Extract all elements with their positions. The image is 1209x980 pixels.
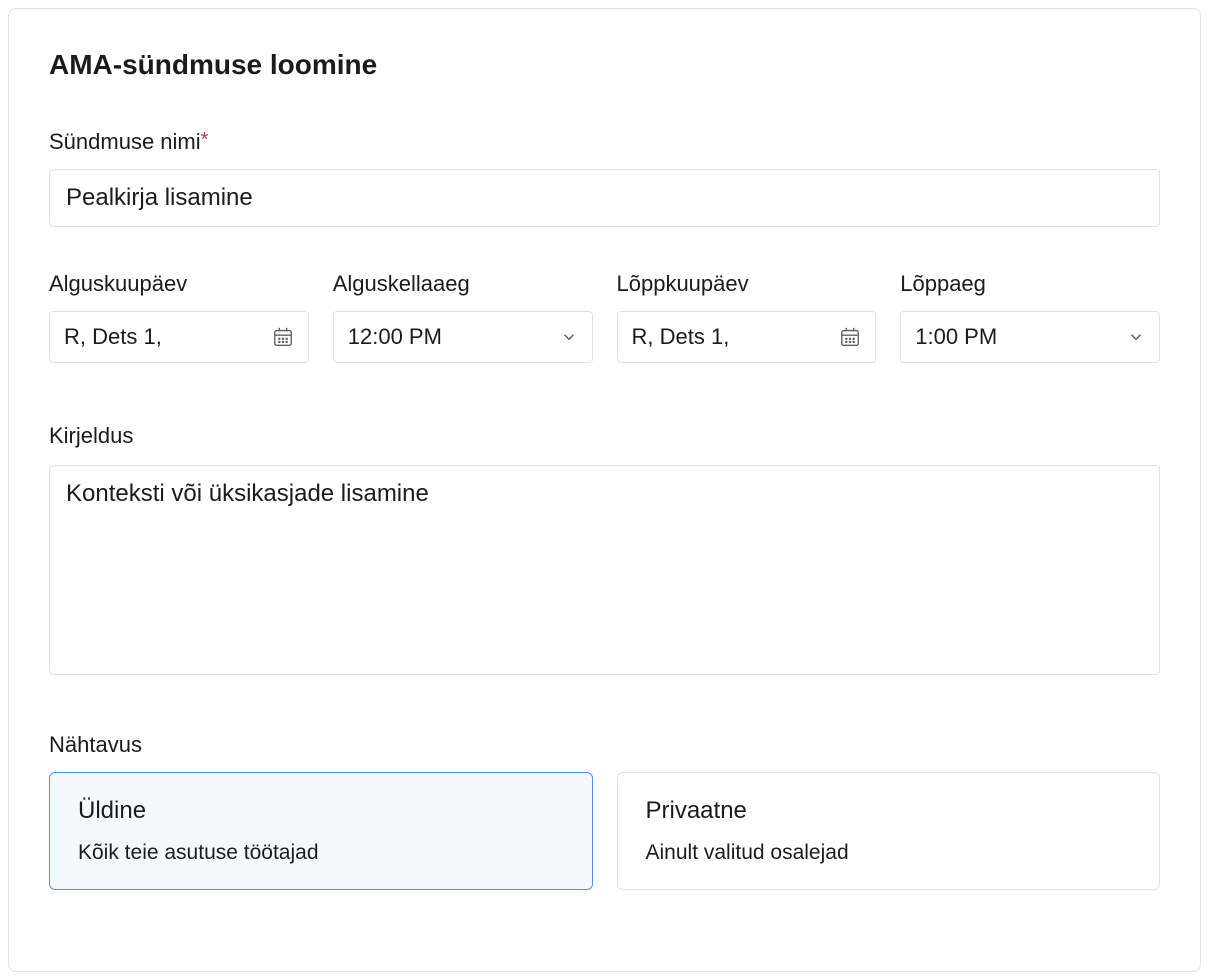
visibility-public-title: Üldine bbox=[78, 797, 564, 825]
visibility-private-subtitle: Ainult valitud osalejad bbox=[646, 841, 1132, 865]
event-name-label: Sündmuse nimi* bbox=[49, 129, 1160, 155]
start-time-value: 12:00 PM bbox=[348, 324, 442, 350]
visibility-options: Üldine Kõik teie asutuse töötajad Privaa… bbox=[49, 772, 1160, 890]
calendar-icon bbox=[839, 326, 861, 348]
event-name-field: Sündmuse nimi* bbox=[49, 129, 1160, 227]
end-time-column: Lõppaeg 1:00 PM bbox=[900, 271, 1160, 363]
start-time-label: Alguskellaaeg bbox=[333, 271, 593, 297]
start-time-column: Alguskellaaeg 12:00 PM bbox=[333, 271, 593, 363]
create-event-dialog: AMA-sündmuse loomine Sündmuse nimi* Algu… bbox=[8, 8, 1201, 972]
end-date-picker[interactable]: R, Dets 1, bbox=[617, 311, 877, 363]
end-time-label: Lõppaeg bbox=[900, 271, 1160, 297]
visibility-private-card[interactable]: Privaatne Ainult valitud osalejad bbox=[617, 772, 1161, 890]
required-asterisk: * bbox=[201, 129, 209, 151]
chevron-down-icon bbox=[1127, 328, 1145, 346]
start-date-label: Alguskuupäev bbox=[49, 271, 309, 297]
start-date-column: Alguskuupäev R, Dets 1, bbox=[49, 271, 309, 363]
date-time-row: Alguskuupäev R, Dets 1, Alguskell bbox=[49, 271, 1160, 363]
end-date-column: Lõppkuupäev R, Dets 1, bbox=[617, 271, 877, 363]
visibility-public-subtitle: Kõik teie asutuse töötajad bbox=[78, 841, 564, 865]
visibility-public-card[interactable]: Üldine Kõik teie asutuse töötajad bbox=[49, 772, 593, 890]
description-input[interactable] bbox=[49, 465, 1160, 675]
description-field: Kirjeldus bbox=[49, 423, 1160, 680]
visibility-label: Nähtavus bbox=[49, 732, 1160, 758]
dialog-title: AMA-sündmuse loomine bbox=[49, 49, 1160, 81]
start-date-picker[interactable]: R, Dets 1, bbox=[49, 311, 309, 363]
start-date-value: R, Dets 1, bbox=[64, 324, 162, 350]
end-time-value: 1:00 PM bbox=[915, 324, 997, 350]
start-time-picker[interactable]: 12:00 PM bbox=[333, 311, 593, 363]
end-date-label: Lõppkuupäev bbox=[617, 271, 877, 297]
description-label: Kirjeldus bbox=[49, 423, 1160, 449]
end-date-value: R, Dets 1, bbox=[632, 324, 730, 350]
event-name-input[interactable] bbox=[49, 169, 1160, 227]
visibility-section: Nähtavus Üldine Kõik teie asutuse töötaj… bbox=[49, 732, 1160, 890]
calendar-icon bbox=[272, 326, 294, 348]
chevron-down-icon bbox=[560, 328, 578, 346]
end-time-picker[interactable]: 1:00 PM bbox=[900, 311, 1160, 363]
visibility-private-title: Privaatne bbox=[646, 797, 1132, 825]
